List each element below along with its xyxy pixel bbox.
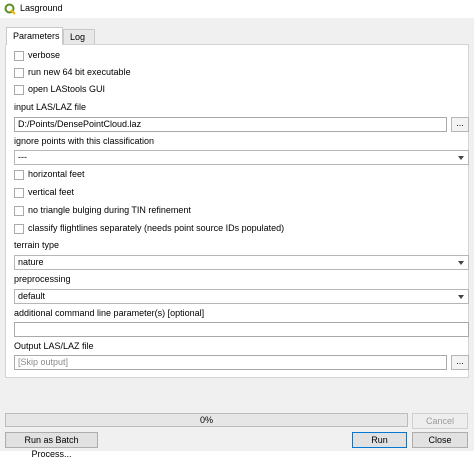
tab-log[interactable]: Log bbox=[63, 29, 95, 44]
cancel-button[interactable]: Cancel bbox=[412, 413, 468, 429]
progress-bar: 0% bbox=[5, 413, 408, 427]
verbose-label: verbose bbox=[28, 50, 61, 60]
terrain-select-value: nature bbox=[18, 257, 44, 267]
classify-flightlines-checkbox[interactable] bbox=[14, 224, 24, 234]
qgis-logo-icon bbox=[4, 3, 16, 15]
close-button[interactable]: Close bbox=[412, 432, 468, 448]
output-label: Output LAS/LAZ file bbox=[14, 341, 94, 351]
input-file-label: input LAS/LAZ file bbox=[14, 102, 87, 112]
preprocessing-select[interactable]: default bbox=[14, 289, 469, 304]
vertical-feet-checkbox[interactable] bbox=[14, 188, 24, 198]
chevron-down-icon bbox=[458, 156, 464, 160]
title-bar: Lasground bbox=[0, 0, 474, 18]
horizontal-feet-checkbox[interactable] bbox=[14, 170, 24, 180]
terrain-select[interactable]: nature bbox=[14, 255, 469, 270]
no-bulging-checkbox[interactable] bbox=[14, 206, 24, 216]
run64-checkbox[interactable] bbox=[14, 68, 24, 78]
additional-label: additional command line parameter(s) [op… bbox=[14, 308, 205, 318]
verbose-checkbox[interactable] bbox=[14, 51, 24, 61]
run-batch-button[interactable]: Run as Batch Process... bbox=[5, 432, 98, 459]
vertical-feet-label: vertical feet bbox=[28, 187, 75, 197]
ignore-label: ignore points with this classification bbox=[14, 136, 155, 146]
window-title: Lasground bbox=[20, 3, 63, 13]
chevron-down-icon bbox=[458, 261, 464, 265]
no-bulging-label: no triangle bulging during TIN refinemen… bbox=[28, 205, 191, 215]
progress-text: 0% bbox=[199, 415, 213, 425]
tab-parameters[interactable]: Parameters bbox=[6, 27, 63, 45]
input-browse-button[interactable]: ... bbox=[451, 117, 469, 132]
classify-flightlines-label: classify flightlines separately (needs p… bbox=[28, 223, 285, 233]
run-button[interactable]: Run bbox=[352, 432, 407, 448]
output-browse-button[interactable]: ... bbox=[451, 355, 469, 370]
horizontal-feet-label: horizontal feet bbox=[28, 169, 85, 179]
terrain-label: terrain type bbox=[14, 240, 60, 250]
open-gui-checkbox[interactable] bbox=[14, 85, 24, 95]
run64-label: run new 64 bit executable bbox=[28, 67, 131, 77]
input-file-field[interactable]: D:/Points/DensePointCloud.laz bbox=[14, 117, 447, 132]
additional-field[interactable] bbox=[14, 322, 469, 337]
output-file-field[interactable]: [Skip output] bbox=[14, 355, 447, 370]
open-gui-label: open LAStools GUI bbox=[28, 84, 106, 94]
ignore-select[interactable]: --- bbox=[14, 150, 469, 165]
preprocessing-label: preprocessing bbox=[14, 274, 71, 284]
preprocessing-select-value: default bbox=[18, 291, 46, 301]
parameters-panel: verbose run new 64 bit executable open L… bbox=[5, 44, 469, 378]
chevron-down-icon bbox=[458, 295, 464, 299]
ignore-select-value: --- bbox=[18, 152, 27, 162]
